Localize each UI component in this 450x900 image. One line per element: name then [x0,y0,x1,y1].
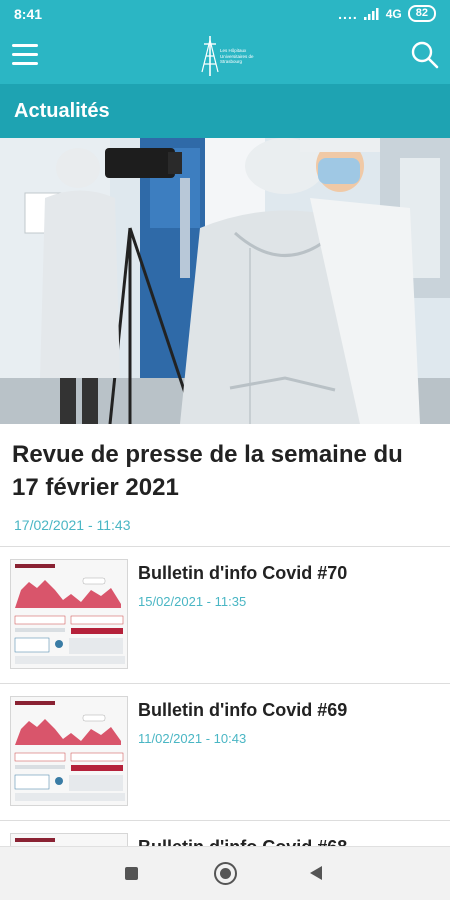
app-bar: Les Hôpitaux Universitaires de Strasbour… [0,28,450,84]
notification-dots: .... [338,5,358,22]
battery-icon: 82 [407,5,436,22]
news-item-title: Bulletin d'info Covid #68 [138,837,347,846]
news-item[interactable]: Bulletin d'info Covid #68 [0,821,450,846]
logo-text: Les Hôpitaux Universitaires de Strasbour… [220,48,254,64]
featured-article-image[interactable] [0,138,450,424]
section-header: Actualités [0,84,450,138]
signal-icon [363,7,379,20]
news-item-title: Bulletin d'info Covid #70 [138,563,348,583]
network-type: 4G [385,6,402,21]
featured-article-title: Revue de presse de la semaine du 17 févr… [12,441,403,501]
bulletin-thumbnail [10,559,128,669]
status-indicators: .... 4G 82 [338,5,436,22]
featured-article-date: 17/02/2021 - 11:43 [14,517,131,533]
news-item-date: 11/02/2021 - 10:43 [138,731,247,746]
hus-logo: Les Hôpitaux Universitaires de Strasbour… [198,34,254,78]
hamburger-menu-icon[interactable] [12,44,38,66]
press-photo [0,138,450,424]
news-item[interactable]: Bulletin d'info Covid #70 15/02/2021 - 1… [0,547,450,683]
triangle-back-icon[interactable] [310,866,322,880]
circle-home-icon[interactable] [214,862,237,885]
section-title: Actualités [14,100,110,122]
cathedral-logo-icon [201,36,219,76]
news-item[interactable]: Bulletin d'info Covid #69 11/02/2021 - 1… [0,684,450,820]
status-bar: 8:41 .... 4G 82 [0,0,450,28]
bulletin-thumbnail [10,696,128,806]
bulletin-thumbnail [10,833,128,846]
search-icon[interactable] [410,40,440,70]
status-time: 8:41 [14,6,43,22]
news-item-title: Bulletin d'info Covid #69 [138,700,348,720]
featured-article[interactable]: Revue de presse de la semaine du 17 févr… [0,424,450,546]
news-item-date: 15/02/2021 - 11:35 [138,594,247,609]
square-icon[interactable] [125,867,138,880]
system-nav-bar [0,846,450,900]
